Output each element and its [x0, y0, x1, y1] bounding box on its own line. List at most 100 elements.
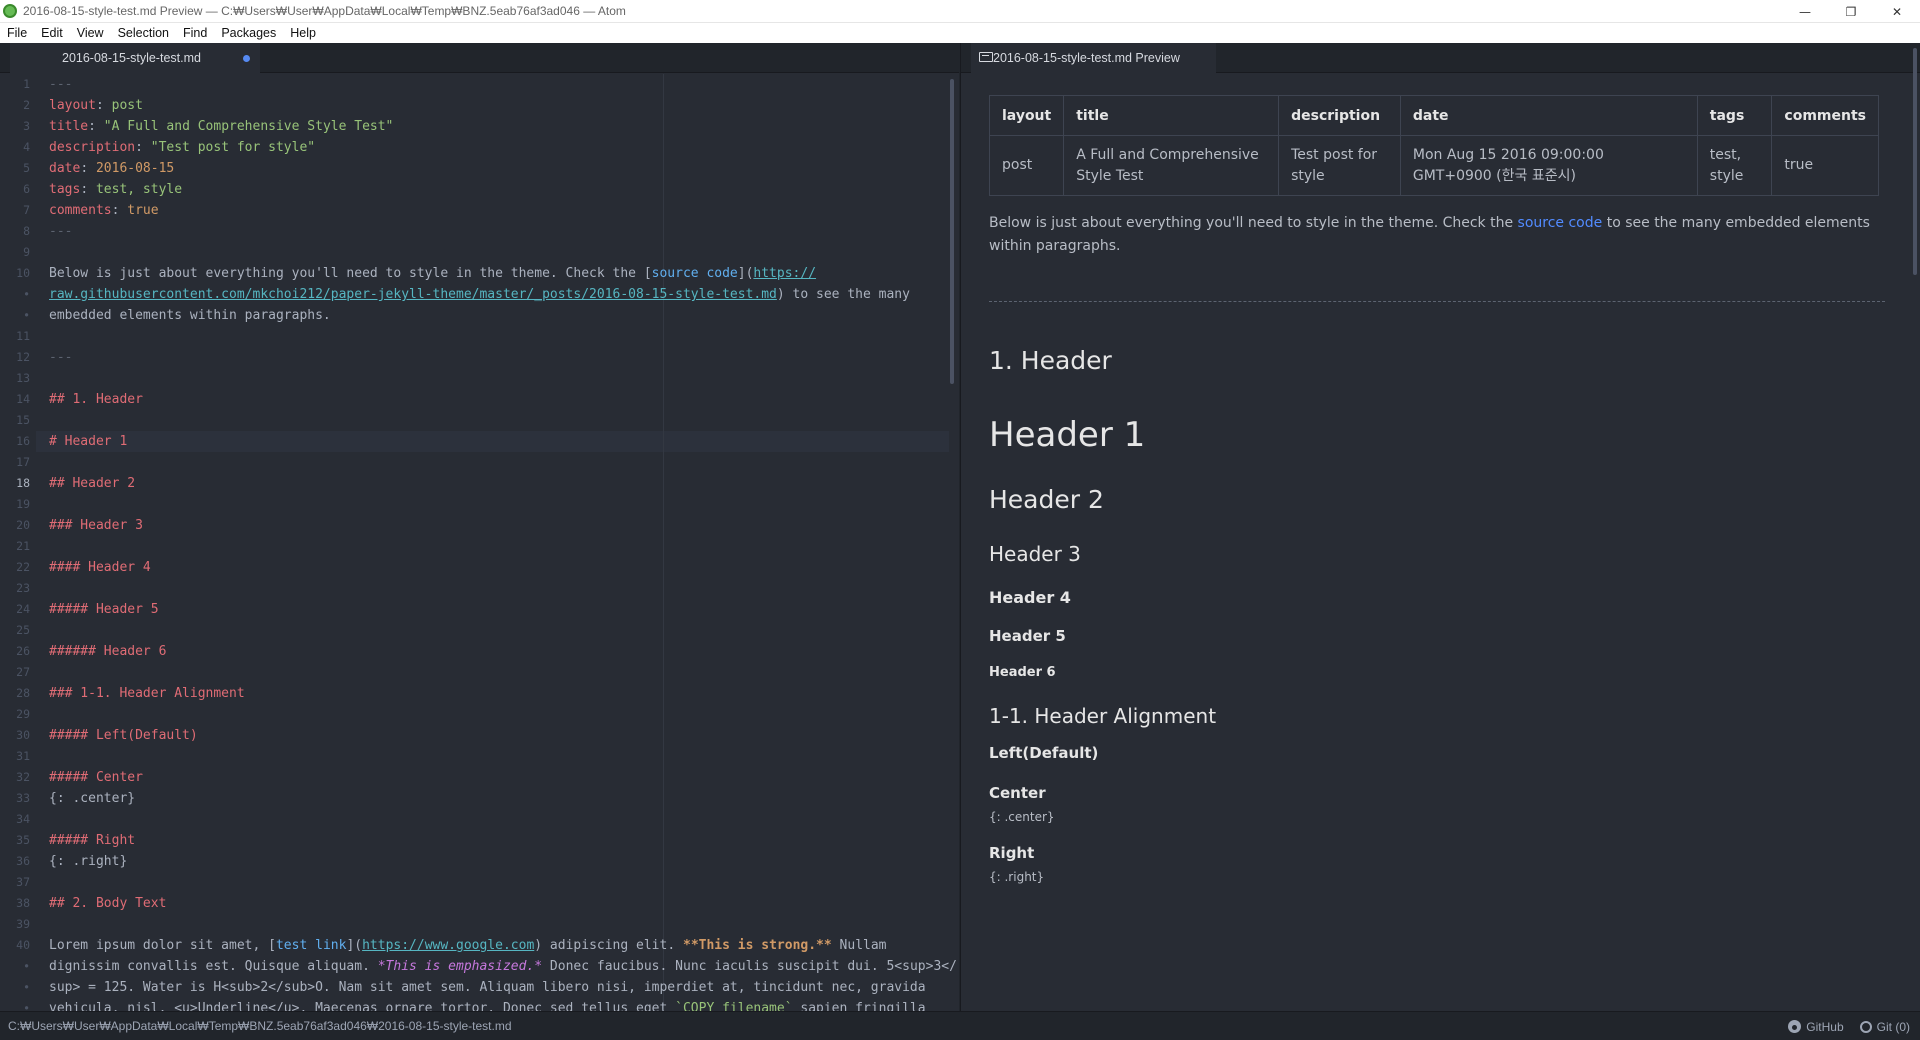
table-cell-layout: post: [988, 135, 1065, 196]
code-line: ##### Right: [49, 830, 949, 851]
yaml-value: true: [127, 203, 159, 218]
code-line: {: .right}: [49, 851, 949, 872]
tab-preview-label: 2016-08-15-style-test.md Preview: [993, 51, 1180, 65]
github-icon: [1788, 1020, 1802, 1033]
line-number: 6: [23, 182, 30, 196]
git-commit-icon: [1859, 1020, 1872, 1033]
code-line: ## 1. Header: [49, 389, 949, 410]
file-path[interactable]: C:₩Users₩User₩AppData₩Local₩Temp₩BNZ.5ea…: [8, 1019, 512, 1033]
line-number: •: [23, 1001, 30, 1011]
code-line: ###### Header 6: [49, 641, 949, 662]
line-number: 8: [23, 224, 30, 238]
menu-file[interactable]: File: [0, 26, 34, 40]
code-text: Donec faucibus. Nunc iaculis suscipit du…: [542, 959, 957, 974]
line-number: 7: [23, 203, 30, 217]
md-strong: **This is strong.**: [683, 938, 832, 953]
menu-bar: File Edit View Selection Find Packages H…: [0, 23, 1920, 43]
md-heading: # Header 1: [49, 434, 128, 449]
code-line: title: "A Full and Comprehensive Style T…: [49, 119, 394, 134]
markdown-preview-icon: [979, 52, 993, 62]
code-line: # Header 1: [49, 431, 949, 452]
preview-scrollbar[interactable]: [1913, 48, 1917, 275]
code-line: Below is just about everything you'll ne…: [49, 263, 949, 284]
text-editor[interactable]: 1 2 3 4 5 6 7 8 9 10 • • 11 12 13 14 15 …: [0, 74, 959, 1011]
frontmatter-delimiter: ---: [49, 224, 73, 239]
code-line: date: 2016-08-15: [49, 161, 175, 176]
line-number: •: [23, 959, 30, 973]
table-header-row: layout title description date tags comme…: [988, 95, 1879, 136]
md-heading: ## 1. Header: [49, 392, 143, 407]
code-text: dignissim convallis est. Quisque aliquam…: [49, 959, 378, 974]
title-bar: 2016-08-15-style-test.md Preview — C:₩Us…: [0, 0, 1920, 23]
code-line: raw.githubusercontent.com/mkchoi212/pape…: [49, 284, 949, 305]
code-line: tags: test, style: [49, 182, 183, 197]
git-status[interactable]: Git (0): [1859, 1020, 1910, 1034]
status-bar: C:₩Users₩User₩AppData₩Local₩Temp₩BNZ.5ea…: [0, 1011, 1920, 1040]
source-code-link[interactable]: source code: [1518, 215, 1603, 231]
heading-alignment: 1-1. Header Alignment: [989, 704, 1217, 728]
line-number: 22: [16, 560, 30, 574]
line-number: 17: [16, 455, 30, 469]
github-status[interactable]: GitHub: [1788, 1019, 1844, 1034]
line-number-gutter[interactable]: 1 2 3 4 5 6 7 8 9 10 • • 11 12 13 14 15 …: [0, 74, 36, 1011]
menu-find[interactable]: Find: [176, 26, 214, 40]
preview-tab-bar: 2016-08-15-style-test.md Preview: [961, 43, 1920, 73]
minimize-button[interactable]: —: [1782, 0, 1828, 23]
line-number: 38: [16, 896, 30, 910]
tab-editor-file[interactable]: 2016-08-15-style-test.md: [10, 43, 260, 73]
menu-packages[interactable]: Packages: [214, 26, 283, 40]
window-title: 2016-08-15-style-test.md Preview — C:₩Us…: [23, 4, 626, 18]
code-text: vehicula, nisl. <u>Underline</u>. Maecen…: [49, 1001, 676, 1011]
line-number: 14: [16, 392, 30, 406]
table-header: title: [1063, 95, 1280, 136]
md-link-url[interactable]: raw.githubusercontent.com/mkchoi212/pape…: [49, 287, 777, 302]
heading-4: Header 4: [989, 588, 1071, 607]
line-number: 15: [16, 413, 30, 427]
code-line: ### Header 3: [49, 515, 949, 536]
menu-selection[interactable]: Selection: [111, 26, 176, 40]
md-heading: ###### Header 6: [49, 644, 167, 659]
heading-left-default: Left(Default): [989, 744, 1099, 762]
md-link-url[interactable]: https://: [753, 266, 816, 281]
code-text: sup> = 125. Water is H<sub>2</sub>O. Nam…: [49, 980, 926, 995]
md-heading: ##### Center: [49, 770, 143, 785]
code-line: Lorem ipsum dolor sit amet, [test link](…: [49, 935, 949, 956]
markdown-preview[interactable]: layout title description date tags comme…: [961, 74, 1920, 1011]
line-number: 1: [23, 77, 30, 91]
line-number: •: [23, 980, 30, 994]
modified-indicator-icon[interactable]: [243, 55, 250, 62]
center-attribute-text: {: .center}: [989, 810, 1055, 824]
close-button[interactable]: ✕: [1874, 0, 1920, 23]
table-cell-title: A Full and Comprehensive Style Test: [1063, 135, 1280, 196]
yaml-key: tags: [49, 182, 81, 197]
code-text: ) to see the many: [776, 287, 910, 302]
frontmatter-table: layout title description date tags comme…: [988, 95, 1879, 196]
restore-button[interactable]: ❐: [1828, 0, 1874, 23]
code-line: embedded elements within paragraphs.: [49, 305, 949, 326]
md-link-url[interactable]: https://www.google.com: [362, 938, 534, 953]
atom-app-icon: [3, 4, 17, 18]
line-number: 37: [16, 875, 30, 889]
code-text: Lorem ipsum dolor sit amet, [: [49, 938, 276, 953]
menu-help[interactable]: Help: [283, 26, 323, 40]
preview-pane: 2016-08-15-style-test.md Preview layout …: [960, 43, 1920, 1011]
menu-view[interactable]: View: [70, 26, 111, 40]
yaml-value: 2016-08-15: [95, 161, 175, 176]
yaml-value: "Test post for style": [150, 140, 316, 155]
line-number: 23: [16, 581, 30, 595]
menu-edit[interactable]: Edit: [34, 26, 70, 40]
line-number: 40: [16, 938, 30, 952]
tab-markdown-preview[interactable]: 2016-08-15-style-test.md Preview: [971, 43, 1216, 73]
line-number: 2: [23, 98, 30, 112]
md-heading: ### Header 3: [49, 518, 143, 533]
code-text: Nullam: [831, 938, 887, 953]
table-header: layout: [988, 95, 1065, 136]
editor-scrollbar[interactable]: [950, 79, 954, 384]
code-line: dignissim convallis est. Quisque aliquam…: [49, 956, 957, 977]
github-label: GitHub: [1806, 1019, 1844, 1034]
code-line: ---: [49, 347, 949, 368]
line-number: 4: [23, 140, 30, 154]
line-number: 32: [16, 770, 30, 784]
code-line: ##### Center: [49, 767, 949, 788]
yaml-key: title: [49, 119, 89, 134]
